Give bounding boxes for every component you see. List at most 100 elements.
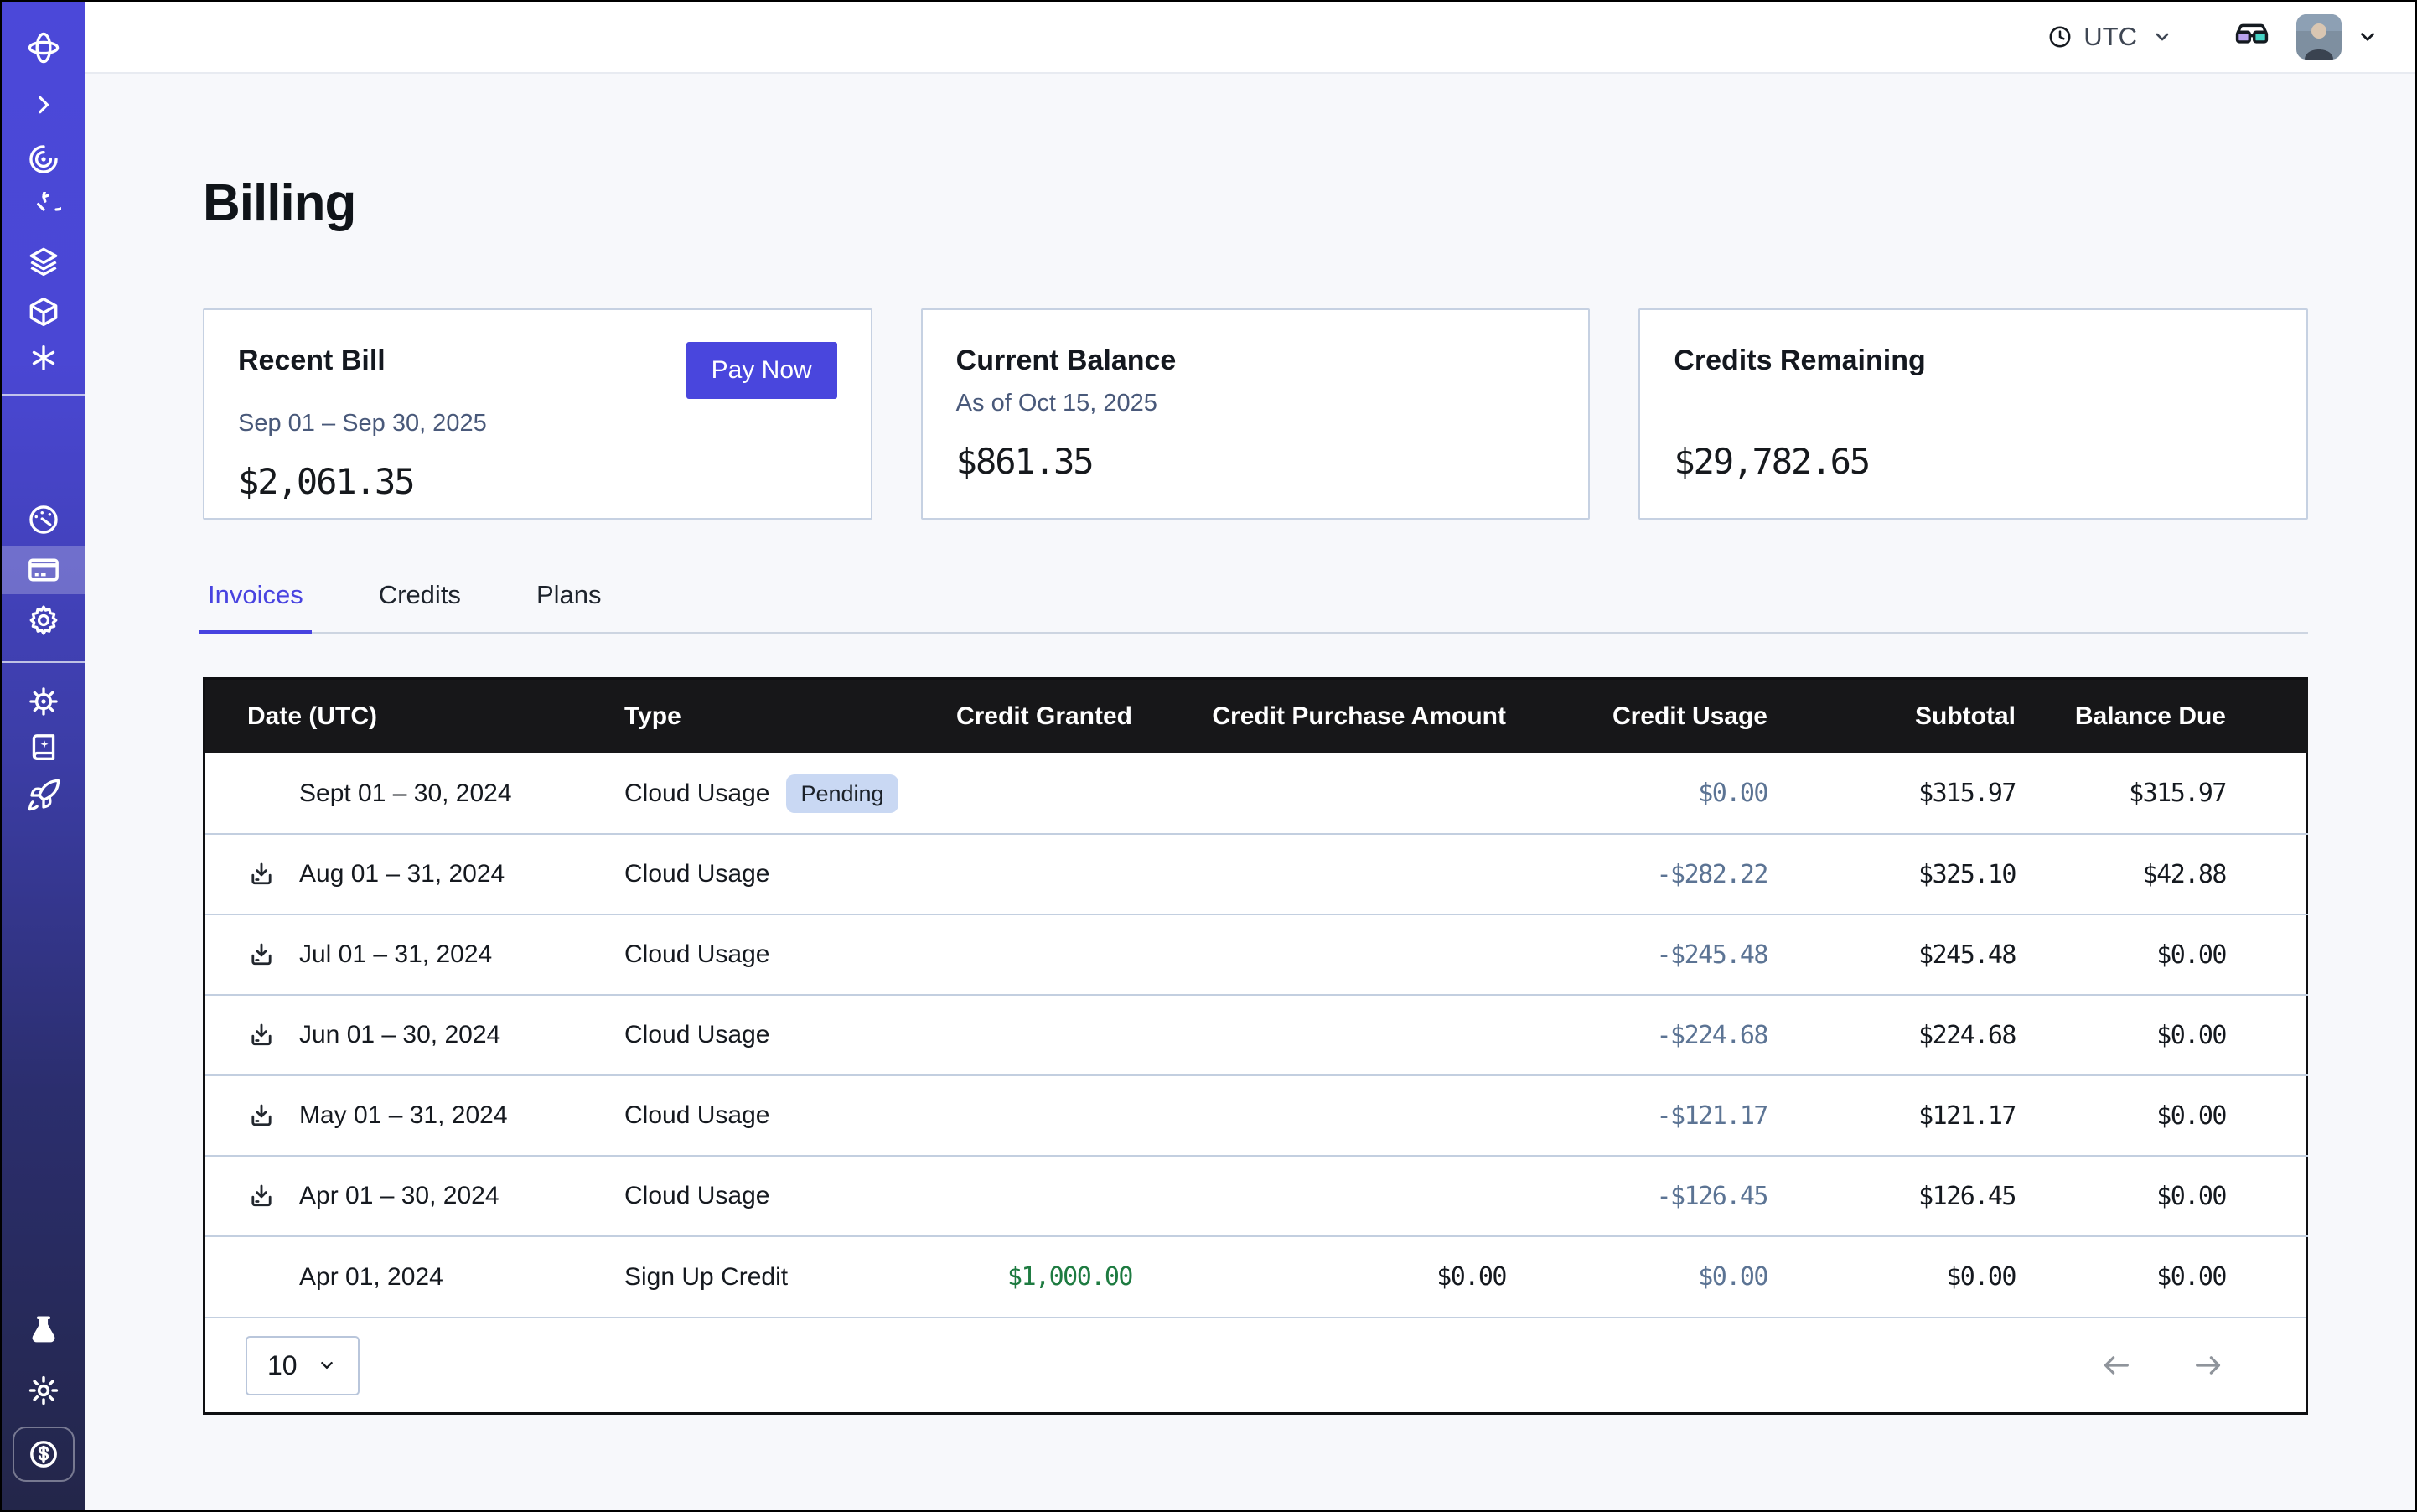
- column-header-type: Type: [624, 680, 943, 753]
- invoice-date: Apr 01, 2024: [299, 1263, 443, 1292]
- table-row: Aug 01 – 31, 2024 Cloud Usage -$282.22 $…: [205, 834, 2308, 914]
- subtotal-value: $224.68: [1781, 995, 2032, 1075]
- column-header-subtotal: Subtotal: [1781, 680, 2032, 753]
- credit-usage-value: -$282.22: [1521, 834, 1781, 914]
- column-header-credit-usage: Credit Usage: [1521, 680, 1781, 753]
- subtotal-value: $315.97: [1781, 753, 2032, 834]
- credit-usage-value: $0.00: [1521, 1236, 1781, 1317]
- card-subtitle: As of Oct 15, 2025: [956, 387, 1555, 419]
- card-title: Current Balance: [956, 342, 1177, 379]
- sidebar-divider: [2, 394, 85, 396]
- invoice-date: May 01 – 31, 2024: [299, 1101, 508, 1130]
- tab-invoices[interactable]: Invoices: [203, 580, 308, 632]
- rocket-icon[interactable]: [26, 778, 61, 813]
- column-header-date: Date (UTC): [205, 680, 624, 753]
- arrow-left-icon: [2099, 1349, 2133, 1382]
- subtotal-value: $325.10: [1781, 834, 2032, 914]
- credit-purchase-value: [1144, 995, 1521, 1075]
- download-icon[interactable]: [247, 1021, 276, 1049]
- glasses-icon[interactable]: [2233, 18, 2271, 56]
- timer-icon[interactable]: [26, 192, 61, 227]
- current-balance-card: Current Balance As of Oct 15, 2025 $861.…: [921, 308, 1591, 520]
- dollar-badge-icon[interactable]: [13, 1427, 75, 1482]
- helm-icon[interactable]: [26, 684, 61, 719]
- page-title: Billing: [203, 168, 2308, 240]
- billing-page: UTC: [0, 0, 2417, 1512]
- column-header-balance-due: Balance Due: [2032, 680, 2308, 753]
- credit-granted-value: [943, 1075, 1144, 1156]
- credit-granted-value: [943, 1156, 1144, 1236]
- credit-granted-value: [943, 753, 1144, 834]
- download-icon[interactable]: [247, 860, 276, 888]
- gauge-icon[interactable]: [26, 502, 61, 537]
- balance-due-value: $0.00: [2032, 1075, 2308, 1156]
- credit-usage-value: $0.00: [1521, 753, 1781, 834]
- invoice-date: Jul 01 – 31, 2024: [299, 940, 492, 969]
- credit-granted-value: $1,000.00: [943, 1236, 1144, 1317]
- column-header-credit-granted: Credit Granted: [943, 680, 1144, 753]
- chevron-down-icon: [316, 1354, 338, 1376]
- download-icon[interactable]: [247, 1101, 276, 1130]
- table-header-row: Date (UTC) Type Credit Granted Credit Pu…: [205, 680, 2308, 753]
- credit-purchase-value: [1144, 1156, 1521, 1236]
- balance-due-value: $0.00: [2032, 914, 2308, 995]
- table-row: May 01 – 31, 2024 Cloud Usage -$121.17 $…: [205, 1075, 2308, 1156]
- page-size-select[interactable]: 10: [246, 1336, 360, 1395]
- chevron-right-icon[interactable]: [28, 90, 59, 120]
- invoice-type: Cloud Usage: [624, 779, 769, 808]
- download-icon[interactable]: [247, 1182, 276, 1210]
- invoice-type: Cloud Usage: [624, 1182, 769, 1210]
- book-sparkle-icon[interactable]: [26, 730, 61, 765]
- layers-icon[interactable]: [26, 244, 61, 279]
- tab-credits[interactable]: Credits: [374, 580, 466, 632]
- credit-usage-value: -$121.17: [1521, 1075, 1781, 1156]
- card-title: Recent Bill: [238, 342, 386, 379]
- timezone-label: UTC: [2083, 22, 2137, 52]
- credit-usage-value: -$245.48: [1521, 914, 1781, 995]
- card-subtitle: Sep 01 – Sep 30, 2025: [238, 407, 837, 439]
- cube-icon[interactable]: [26, 294, 61, 329]
- sun-icon[interactable]: [26, 1373, 61, 1408]
- credit-purchase-value: [1144, 1075, 1521, 1156]
- pay-now-button[interactable]: Pay Now: [686, 342, 837, 399]
- balance-due-value: $42.88: [2032, 834, 2308, 914]
- invoice-type: Sign Up Credit: [624, 1263, 788, 1292]
- chevron-down-icon[interactable]: [2355, 24, 2380, 49]
- subtotal-value: $121.17: [1781, 1075, 2032, 1156]
- table-row: Sept 01 – 30, 2024 Cloud UsagePending $0…: [205, 753, 2308, 834]
- timezone-selector[interactable]: UTC: [2047, 22, 2174, 52]
- card-amount: $29,782.65: [1674, 441, 2273, 482]
- card-amount: $861.35: [956, 441, 1555, 482]
- previous-page-button[interactable]: [2099, 1349, 2133, 1382]
- credit-card-icon[interactable]: [25, 551, 62, 588]
- tab-plans[interactable]: Plans: [531, 580, 607, 632]
- asterisk-icon[interactable]: [27, 341, 60, 375]
- orbit-logo-icon[interactable]: [23, 28, 64, 68]
- download-icon[interactable]: [247, 940, 276, 969]
- balance-due-value: $0.00: [2032, 1156, 2308, 1236]
- chevron-down-icon: [2150, 25, 2174, 49]
- credit-purchase-value: $0.00: [1144, 1236, 1521, 1317]
- eye-spiral-icon[interactable]: [26, 142, 61, 177]
- topbar: UTC: [85, 2, 2415, 74]
- flask-icon[interactable]: [26, 1313, 61, 1348]
- avatar[interactable]: [2296, 14, 2342, 60]
- recent-bill-card: Recent Bill Pay Now Sep 01 – Sep 30, 202…: [203, 308, 872, 520]
- credit-granted-value: [943, 995, 1144, 1075]
- credit-purchase-value: [1144, 753, 1521, 834]
- card-amount: $2,061.35: [238, 461, 837, 502]
- credit-granted-value: [943, 914, 1144, 995]
- column-header-credit-purchase: Credit Purchase Amount: [1144, 680, 1521, 753]
- credit-usage-value: -$126.45: [1521, 1156, 1781, 1236]
- subtotal-value: $245.48: [1781, 914, 2032, 995]
- summary-cards: Recent Bill Pay Now Sep 01 – Sep 30, 202…: [203, 308, 2308, 520]
- invoice-date: Apr 01 – 30, 2024: [299, 1182, 499, 1210]
- page-size-value: 10: [267, 1350, 298, 1381]
- invoice-type: Cloud Usage: [624, 860, 769, 888]
- next-page-button[interactable]: [2192, 1349, 2225, 1382]
- main-area: UTC: [85, 2, 2415, 1510]
- gear-icon[interactable]: [26, 603, 61, 638]
- table-pagination: 10: [205, 1317, 2306, 1412]
- invoices-table-container: Date (UTC) Type Credit Granted Credit Pu…: [203, 677, 2308, 1415]
- invoice-date: Sept 01 – 30, 2024: [299, 779, 512, 808]
